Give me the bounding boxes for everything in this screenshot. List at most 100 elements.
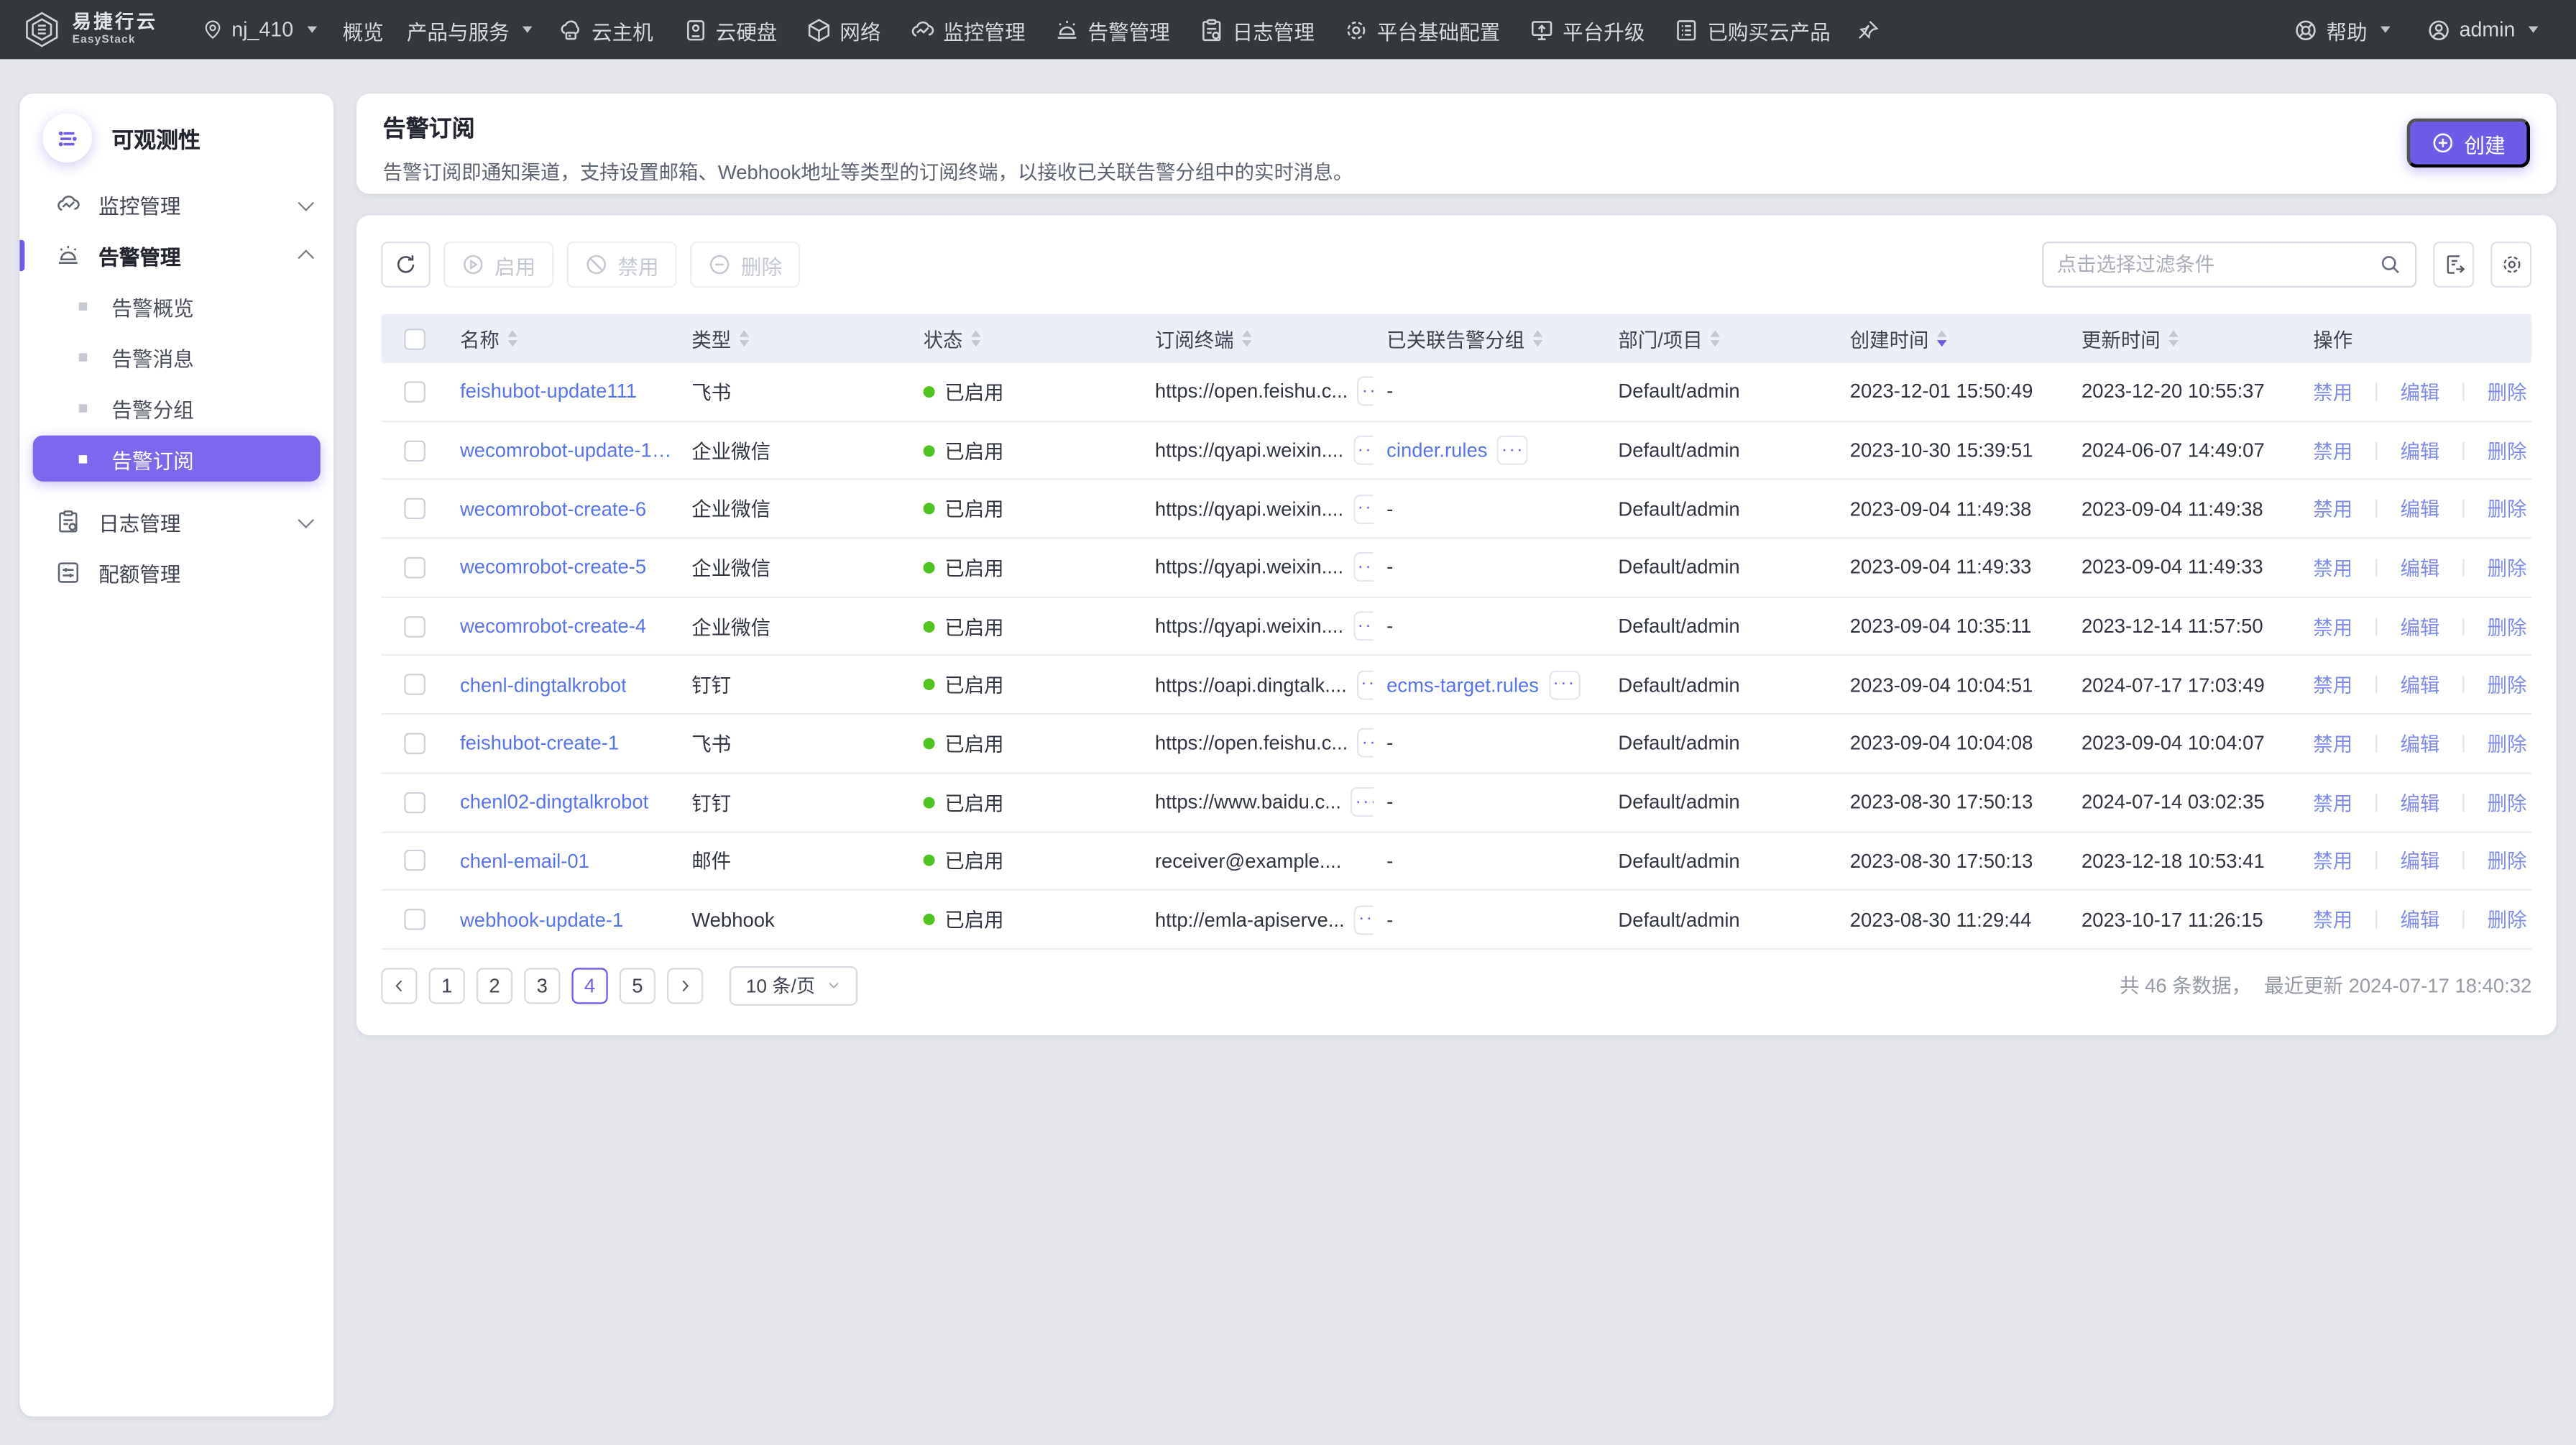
sidebar-item-quota-mgmt[interactable]: 配额管理 xyxy=(19,547,334,598)
row-edit-link[interactable]: 编辑 xyxy=(2400,436,2439,464)
observability-icon[interactable] xyxy=(42,114,92,163)
page-button-4-active[interactable]: 4 xyxy=(571,968,607,1004)
row-checkbox[interactable] xyxy=(403,733,425,754)
sort-icon[interactable] xyxy=(1533,330,1543,347)
nav-purchased-products[interactable]: 已购买云产品 xyxy=(1675,0,1831,59)
subscription-name-link[interactable]: wecomrobot-create-5 xyxy=(460,556,646,579)
col-header-status[interactable]: 状态 xyxy=(910,324,1141,352)
terminal-more-button[interactable]: ··· xyxy=(1353,612,1374,641)
terminal-more-button[interactable]: ··· xyxy=(1353,436,1374,465)
row-edit-link[interactable]: 编辑 xyxy=(2400,495,2439,523)
row-edit-link[interactable]: 编辑 xyxy=(2400,613,2439,641)
row-disable-link[interactable]: 禁用 xyxy=(2313,906,2352,934)
subscription-name-link[interactable]: wecomrobot-update-171... xyxy=(460,439,678,462)
terminal-more-button[interactable]: ··· xyxy=(1351,787,1374,817)
nav-monitoring[interactable]: 监控管理 xyxy=(911,0,1026,59)
col-header-terminal[interactable]: 订阅终端 xyxy=(1142,324,1374,352)
nav-platform-upgrade[interactable]: 平台升级 xyxy=(1530,0,1644,59)
group-more-button[interactable]: ··· xyxy=(1549,670,1580,699)
page-size-select[interactable]: 10 条/页 xyxy=(730,966,858,1006)
row-disable-link[interactable]: 禁用 xyxy=(2313,377,2352,405)
row-delete-link[interactable]: 删除 xyxy=(2488,436,2527,464)
sidebar-item-alert-mgmt[interactable]: 告警管理 xyxy=(19,230,334,281)
row-disable-link[interactable]: 禁用 xyxy=(2313,436,2352,464)
terminal-more-button[interactable]: ··· xyxy=(1354,904,1374,934)
sidebar-item-alert-messages[interactable]: 告警消息 xyxy=(19,332,334,383)
row-edit-link[interactable]: 编辑 xyxy=(2400,788,2439,816)
subscription-name-link[interactable]: feishubot-create-1 xyxy=(460,732,619,755)
nav-overview[interactable]: 概览 xyxy=(343,0,384,59)
terminal-more-button[interactable]: ··· xyxy=(1353,553,1374,582)
pin-shortcut-button[interactable] xyxy=(1857,0,1880,59)
row-delete-link[interactable]: 删除 xyxy=(2488,788,2527,816)
subscription-name-link[interactable]: chenl-email-01 xyxy=(460,849,589,872)
col-header-created[interactable]: 创建时间 xyxy=(1836,324,2068,352)
row-checkbox[interactable] xyxy=(403,440,425,462)
row-edit-link[interactable]: 编辑 xyxy=(2400,730,2439,758)
refresh-button[interactable] xyxy=(381,242,431,288)
subscription-name-link[interactable]: chenl-dingtalkrobot xyxy=(460,674,627,697)
delete-button[interactable]: 删除 xyxy=(690,242,800,288)
row-disable-link[interactable]: 禁用 xyxy=(2313,847,2352,875)
page-button-1[interactable]: 1 xyxy=(429,968,465,1004)
subscription-name-link[interactable]: feishubot-update111 xyxy=(460,380,637,403)
row-checkbox[interactable] xyxy=(403,850,425,872)
row-disable-link[interactable]: 禁用 xyxy=(2313,495,2352,523)
help-menu[interactable]: 帮助 xyxy=(2294,0,2391,59)
sort-icon[interactable] xyxy=(740,330,750,347)
sort-icon-active[interactable] xyxy=(1937,330,1947,347)
disable-button[interactable]: 禁用 xyxy=(567,242,677,288)
nav-network[interactable]: 网络 xyxy=(807,0,881,59)
row-checkbox[interactable] xyxy=(403,381,425,403)
row-disable-link[interactable]: 禁用 xyxy=(2313,671,2352,699)
row-checkbox[interactable] xyxy=(403,674,425,696)
subscription-name-link[interactable]: wecomrobot-create-4 xyxy=(460,615,646,638)
terminal-more-button[interactable]: ··· xyxy=(1356,670,1373,699)
col-header-name[interactable]: 名称 xyxy=(447,324,678,352)
export-button[interactable] xyxy=(2433,242,2474,288)
row-edit-link[interactable]: 编辑 xyxy=(2400,554,2439,582)
col-header-type[interactable]: 类型 xyxy=(678,324,910,352)
subscription-name-link[interactable]: chenl02-dingtalkrobot xyxy=(460,791,648,814)
terminal-more-button[interactable]: ··· xyxy=(1358,377,1374,406)
group-link[interactable]: ecms-target.rules xyxy=(1386,674,1539,697)
subscription-name-link[interactable]: wecomrobot-create-6 xyxy=(460,497,646,520)
row-disable-link[interactable]: 禁用 xyxy=(2313,554,2352,582)
row-checkbox[interactable] xyxy=(403,792,425,813)
sort-icon[interactable] xyxy=(507,330,518,347)
filter-input[interactable] xyxy=(2057,253,2379,276)
next-page-button[interactable] xyxy=(667,968,703,1004)
row-edit-link[interactable]: 编辑 xyxy=(2400,671,2439,699)
row-edit-link[interactable]: 编辑 xyxy=(2400,847,2439,875)
col-header-dept[interactable]: 部门/项目 xyxy=(1605,324,1836,352)
col-header-updated[interactable]: 更新时间 xyxy=(2069,324,2300,352)
nav-products-services[interactable]: 产品与服务 xyxy=(407,0,533,59)
region-selector[interactable]: nj_410 xyxy=(202,0,316,59)
sort-icon[interactable] xyxy=(971,330,981,347)
create-button[interactable]: 创建 xyxy=(2407,119,2530,168)
nav-cloud-server[interactable]: 云主机 xyxy=(558,0,653,59)
row-checkbox[interactable] xyxy=(403,557,425,579)
sidebar-item-alert-groups[interactable]: 告警分组 xyxy=(19,383,334,434)
sidebar-item-monitoring[interactable]: 监控管理 xyxy=(19,179,334,230)
row-delete-link[interactable]: 删除 xyxy=(2488,613,2527,641)
sort-icon[interactable] xyxy=(1242,330,1252,347)
prev-page-button[interactable] xyxy=(381,968,417,1004)
page-button-3[interactable]: 3 xyxy=(524,968,560,1004)
sort-icon[interactable] xyxy=(2168,330,2179,347)
subscription-name-link[interactable]: webhook-update-1 xyxy=(460,908,623,931)
sidebar-item-alert-subscriptions[interactable]: 告警订阅 xyxy=(33,436,321,482)
row-disable-link[interactable]: 禁用 xyxy=(2313,730,2352,758)
group-link[interactable]: cinder.rules xyxy=(1386,439,1487,462)
group-more-button[interactable]: ··· xyxy=(1497,436,1528,465)
page-button-5[interactable]: 5 xyxy=(620,968,656,1004)
brand-logo[interactable]: 易捷行云 EasyStack xyxy=(23,10,157,50)
row-delete-link[interactable]: 删除 xyxy=(2488,377,2527,405)
row-edit-link[interactable]: 编辑 xyxy=(2400,906,2439,934)
sidebar-item-log-mgmt[interactable]: 日志管理 xyxy=(19,496,334,547)
select-all-checkbox[interactable] xyxy=(403,328,425,349)
row-checkbox[interactable] xyxy=(403,909,425,930)
column-settings-button[interactable] xyxy=(2490,242,2531,288)
col-header-groups[interactable]: 已关联告警分组 xyxy=(1374,324,1605,352)
terminal-more-button[interactable]: ··· xyxy=(1358,729,1374,758)
